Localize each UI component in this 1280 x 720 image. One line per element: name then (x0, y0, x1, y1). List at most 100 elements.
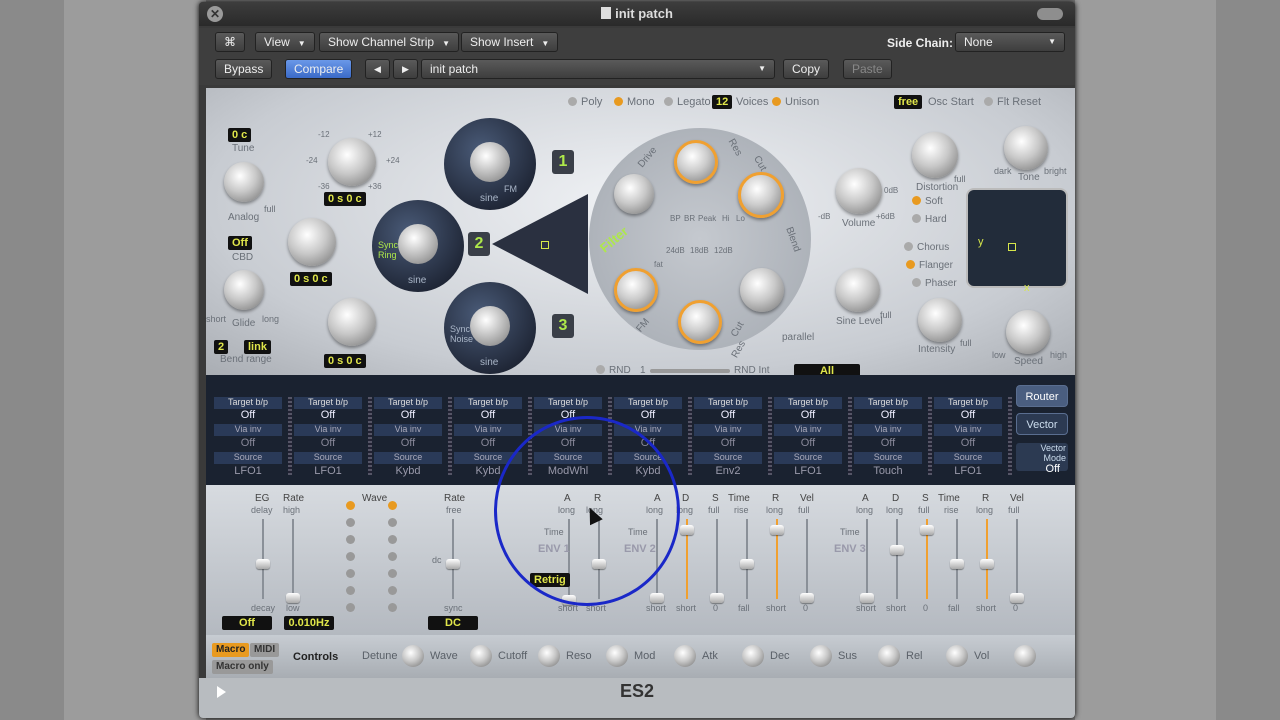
env2-decay-slider[interactable] (680, 519, 694, 599)
distortion-knob[interactable] (912, 132, 958, 178)
filter1-resonance-knob[interactable] (738, 172, 784, 218)
via-value[interactable]: Off (854, 437, 922, 449)
osc3-wave-selector[interactable]: sine Sync Noise 3 (444, 282, 574, 374)
target-value[interactable]: Off (454, 409, 522, 421)
env2-velocity-slider[interactable] (800, 519, 814, 603)
filter-fm-knob[interactable] (614, 268, 658, 312)
macro-wave-knob[interactable] (470, 645, 492, 667)
speed-knob[interactable] (1006, 310, 1050, 354)
filter1-cutoff-knob[interactable] (674, 140, 718, 184)
lfo-wave-button-6-left[interactable] (346, 586, 355, 595)
intensity-slider[interactable] (848, 397, 852, 475)
macro-detune-knob[interactable] (402, 645, 424, 667)
legato-option[interactable]: Legato (664, 96, 711, 108)
via-value[interactable]: Off (214, 437, 282, 449)
lfo-wave-button-7-left[interactable] (346, 603, 355, 612)
intensity-slider[interactable] (1008, 397, 1012, 475)
env3-decay-slider[interactable] (890, 519, 904, 599)
osc2-pitch-knob[interactable] (288, 218, 336, 266)
next-preset-button[interactable]: ▶ (393, 59, 418, 79)
bend-range-link[interactable]: link (244, 340, 271, 354)
source-value[interactable]: LFO1 (934, 465, 1002, 477)
source-value[interactable]: Touch (854, 465, 922, 477)
lfo-wave-button-4-right[interactable] (388, 552, 397, 561)
macro-mod-knob[interactable] (674, 645, 696, 667)
intensity-slider[interactable] (688, 397, 692, 475)
target-value[interactable]: Off (374, 409, 442, 421)
hard-option[interactable]: Hard (912, 214, 947, 225)
flanger-option[interactable]: Flanger (906, 260, 953, 271)
filter-slope-18[interactable]: 18dB (690, 246, 709, 255)
target-value[interactable]: Off (854, 409, 922, 421)
osc1-wave-selector[interactable]: sine FM 1 (444, 118, 574, 210)
target-value[interactable]: Off (934, 409, 1002, 421)
analog-knob[interactable] (224, 162, 264, 202)
filter2-cutoff-knob[interactable] (678, 300, 722, 344)
router-slot-8[interactable]: Target b/p Off Via inv Off Source LFO1 (774, 397, 852, 477)
macro-atk-knob[interactable] (742, 645, 764, 667)
volume-knob[interactable] (836, 168, 882, 214)
show-insert-menu[interactable]: Show Insert ▼ (461, 32, 559, 52)
via-value[interactable]: Off (294, 437, 362, 449)
intensity-slider[interactable] (288, 397, 292, 475)
router-slot-1[interactable]: Target b/p Off Via inv Off Source LFO1 (214, 397, 292, 477)
source-value[interactable]: LFO1 (214, 465, 282, 477)
show-channel-strip-menu[interactable]: Show Channel Strip ▼ (319, 32, 459, 52)
lfo-wave-button-3-left[interactable] (346, 535, 355, 544)
close-button[interactable]: ✕ (207, 6, 223, 22)
env3-velocity-slider[interactable] (1010, 519, 1024, 603)
osc1-pitch-readout[interactable]: 0 s 0 c (324, 192, 366, 206)
chorus-option[interactable]: Chorus (904, 242, 949, 253)
osc3-pitch-knob[interactable] (328, 298, 376, 346)
tone-knob[interactable] (1004, 126, 1048, 170)
source-value[interactable]: Kybd (374, 465, 442, 477)
env2-sustain-slider[interactable] (710, 519, 724, 603)
compare-button[interactable]: Compare (285, 59, 353, 79)
lfo-wave-button-6-right[interactable] (388, 586, 397, 595)
osc2-wave-selector[interactable]: sine Sync Ring 2 (372, 200, 490, 292)
macro-reso-knob[interactable] (606, 645, 628, 667)
macro-vol-knob[interactable] (1014, 645, 1036, 667)
osc3-pitch-readout[interactable]: 0 s 0 c (324, 354, 366, 368)
lfo1-eg-slider[interactable] (256, 519, 270, 599)
target-value[interactable]: Off (694, 409, 762, 421)
target-value[interactable]: Off (294, 409, 362, 421)
filter-mode-br[interactable]: BR (684, 214, 695, 223)
router-slot-2[interactable]: Target b/p Off Via inv Off Source LFO1 (294, 397, 372, 477)
glide-knob[interactable] (224, 270, 264, 310)
lfo-wave-button-4-left[interactable] (346, 552, 355, 561)
osc-mix-triangle[interactable] (492, 194, 588, 294)
intensity-slider[interactable] (448, 397, 452, 475)
view-menu[interactable]: View ▼ (255, 32, 315, 52)
source-value[interactable]: Env2 (694, 465, 762, 477)
filter-slope-24[interactable]: 24dB (666, 246, 685, 255)
unison-option[interactable]: Unison (772, 96, 819, 108)
env3-release-slider[interactable] (980, 519, 994, 599)
lfo-wave-button-1-right[interactable] (388, 501, 397, 510)
lfo-wave-button-7-right[interactable] (388, 603, 397, 612)
filter-drive-knob[interactable] (614, 174, 654, 214)
macro-only-tab[interactable]: Macro only (212, 660, 273, 674)
filter2-resonance-knob[interactable] (740, 268, 784, 312)
env3-sustain-time-slider[interactable] (950, 519, 964, 599)
mono-option[interactable]: Mono (614, 96, 655, 108)
target-value[interactable]: Off (774, 409, 842, 421)
parallel-label[interactable]: parallel (782, 332, 814, 343)
lfo2-rate-value[interactable]: DC (428, 616, 478, 630)
copy-button[interactable]: Copy (783, 59, 830, 79)
filter-slope-12[interactable]: 12dB (714, 246, 733, 255)
router-slot-9[interactable]: Target b/p Off Via inv Off Source Touch (854, 397, 932, 477)
lfo1-mode-value[interactable]: Off (222, 616, 272, 630)
voices-value[interactable]: 12 (712, 95, 733, 109)
paste-button[interactable]: Paste (843, 59, 892, 79)
zoom-button[interactable] (1037, 8, 1063, 20)
soft-option[interactable]: Soft (912, 196, 943, 207)
source-value[interactable]: LFO1 (294, 465, 362, 477)
rnd-slider[interactable] (650, 369, 730, 373)
filter-mode-lo[interactable]: Lo (736, 214, 745, 223)
poly-option[interactable]: Poly (568, 96, 602, 108)
lfo1-rate-slider[interactable] (286, 519, 300, 603)
lfo2-rate-slider[interactable] (446, 519, 460, 599)
macro-rel-knob[interactable] (946, 645, 968, 667)
bend-range-down[interactable]: 2 (214, 340, 229, 354)
